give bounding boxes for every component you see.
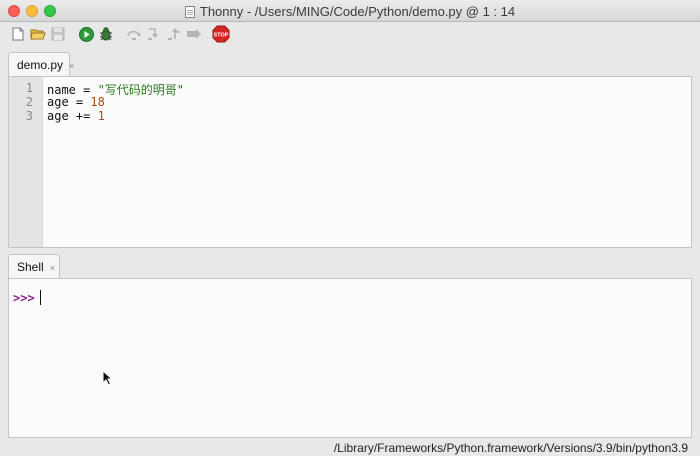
mouse-pointer-icon [102, 370, 114, 386]
tab-demo-py[interactable]: demo.py × [8, 52, 74, 76]
shell-prompt: >>> [13, 291, 35, 305]
run-icon[interactable] [78, 26, 94, 42]
code-line-2: age = 18 [47, 95, 105, 109]
text-cursor [40, 290, 41, 305]
document-icon [184, 6, 195, 18]
resume-icon[interactable] [186, 26, 202, 42]
open-file-icon[interactable] [30, 26, 46, 42]
code-line-3: age += 1 [47, 109, 105, 123]
tab-label: Shell [17, 260, 44, 274]
shell-console[interactable]: >>> [8, 278, 692, 438]
tab-label: demo.py [17, 58, 64, 72]
shell-panel: Shell × >>> [8, 254, 692, 438]
window-title: Thonny - /Users/MING/Code/Python/demo.py… [199, 4, 516, 19]
line-number: 1 [25, 81, 33, 95]
tab-shell[interactable]: Shell × [8, 254, 60, 278]
code-line[interactable]: age += 1 [47, 109, 105, 123]
code-line[interactable]: age = 18 [47, 95, 105, 109]
window-title-area: Thonny - /Users/MING/Code/Python/demo.py… [0, 4, 700, 19]
toolbar: STOP [0, 22, 700, 46]
debug-icon[interactable] [98, 26, 114, 42]
line-number: 3 [25, 109, 33, 123]
line-number-gutter: 1 2 3 [9, 77, 43, 247]
status-bar: /Library/Frameworks/Python.framework/Ver… [0, 440, 700, 456]
step-out-icon[interactable] [166, 26, 182, 42]
close-tab-icon[interactable]: × [69, 61, 74, 71]
interpreter-path[interactable]: /Library/Frameworks/Python.framework/Ver… [334, 441, 688, 455]
new-file-icon[interactable] [10, 26, 26, 42]
close-tab-icon[interactable]: × [50, 263, 55, 273]
stop-icon[interactable]: STOP [212, 25, 230, 43]
step-into-icon[interactable] [146, 26, 162, 42]
svg-text:STOP: STOP [214, 33, 229, 39]
title-bar: Thonny - /Users/MING/Code/Python/demo.py… [0, 0, 700, 22]
save-icon[interactable] [50, 26, 66, 42]
step-over-icon[interactable] [126, 26, 142, 42]
editor-panel: demo.py × 1 2 3 name = "写代码的明哥" age = 18 … [8, 52, 692, 248]
code-editor[interactable]: 1 2 3 name = "写代码的明哥" age = 18 age += 1 [8, 76, 692, 248]
line-number: 2 [25, 95, 33, 109]
